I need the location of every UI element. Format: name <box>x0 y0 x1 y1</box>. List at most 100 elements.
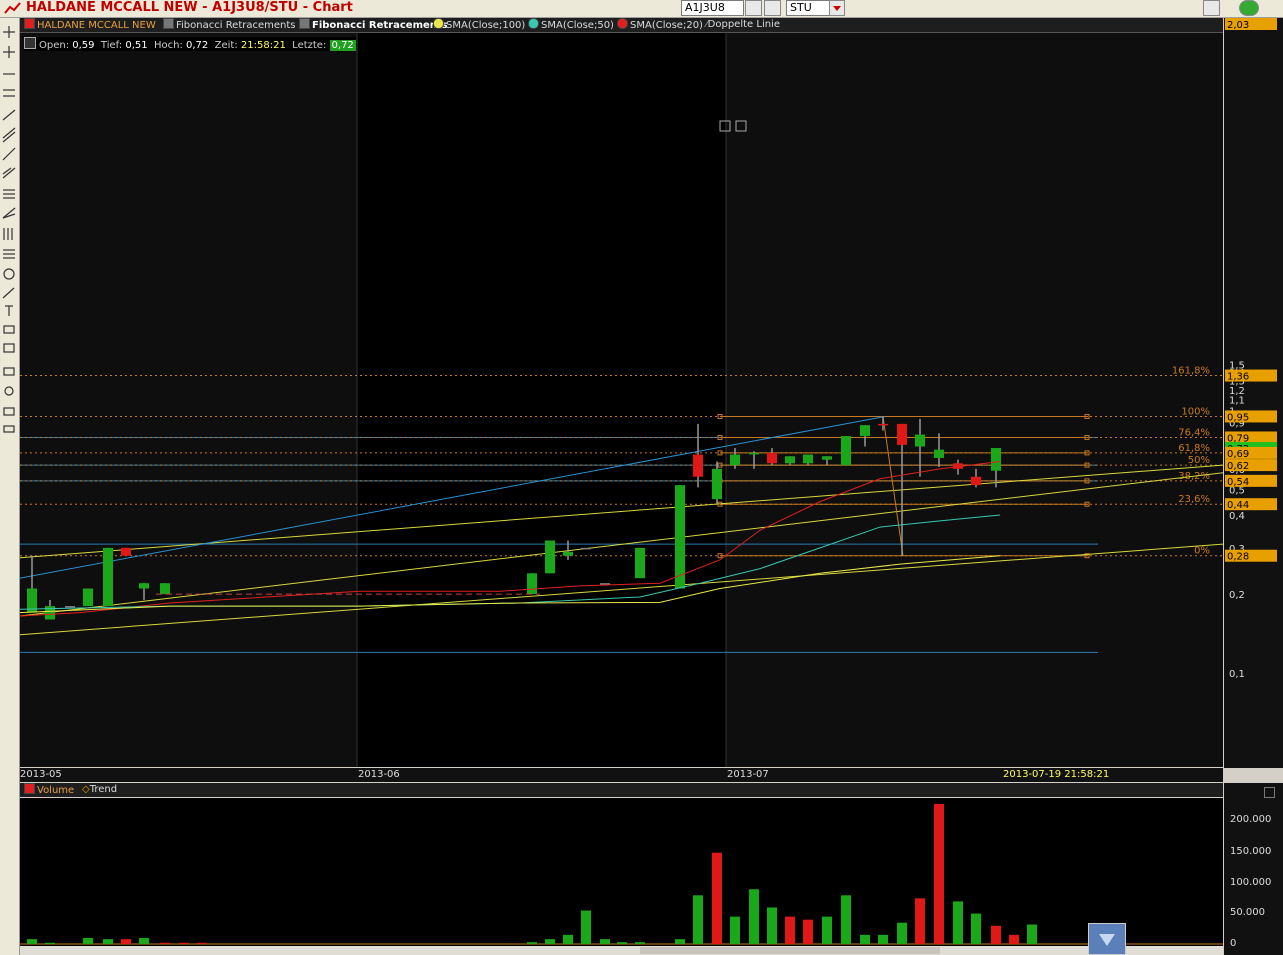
exchange-dropdown-button[interactable] <box>829 0 845 16</box>
bars-icon <box>3 228 13 240</box>
volume-bar <box>991 925 1001 944</box>
tab-trend-label: Trend <box>89 784 118 795</box>
legend-fib2[interactable]: Fibonacci Retracements <box>299 18 448 32</box>
volume-bar <box>693 895 703 944</box>
pencil-icon <box>2 287 15 299</box>
volume-bar <box>822 916 832 944</box>
legend-line[interactable]: ⁄Doppelte Linie <box>706 18 780 32</box>
volume-bar <box>841 895 851 944</box>
volume-chart-svg[interactable] <box>20 798 1223 946</box>
open-value: 0,59 <box>72 40 95 51</box>
diamond-icon: ◇ <box>82 784 90 795</box>
tab-volume[interactable]: Volume <box>24 783 74 797</box>
legend-instrument[interactable]: HALDANE MCCALL NEW <box>24 18 156 32</box>
price-tag-label: 0,54 <box>1227 477 1249 488</box>
sma100-color-icon <box>433 18 444 29</box>
fibonacci-icon <box>299 18 310 29</box>
volume-bar <box>121 939 131 944</box>
price-tag-label: 0,62 <box>1227 461 1249 472</box>
high-value: 0,72 <box>186 40 209 51</box>
sma20-color-icon <box>617 18 628 29</box>
price-tick-label: 0,4 <box>1229 511 1245 522</box>
candle-body <box>991 448 1001 471</box>
volume-bar <box>878 934 888 944</box>
volume-chart[interactable] <box>20 798 1223 946</box>
fib-fan-icon <box>2 207 16 219</box>
price-tag-label: 1,36 <box>1227 372 1249 383</box>
volume-bar <box>83 937 93 944</box>
price-axis[interactable]: 1,51,41,31,21,110,90,80,70,60,50,40,30,2… <box>1224 18 1283 768</box>
candle-body <box>767 452 777 464</box>
legend-fib1-label: Fibonacci Retracements <box>176 20 296 31</box>
volume-bar <box>1009 934 1019 944</box>
date-axis[interactable]: 2013-05 2013-06 2013-07 2013-07-19 21:58… <box>20 768 1223 782</box>
price-tick-label: 0,1 <box>1229 669 1245 680</box>
candle-body <box>83 588 93 607</box>
volume-tick: 0 <box>1230 938 1237 949</box>
candle-body <box>527 573 537 595</box>
candle-body <box>915 434 925 447</box>
candle-body <box>785 456 795 464</box>
sma50-color-icon <box>528 18 539 29</box>
bell-icon <box>4 386 14 396</box>
horizontal-scrollbar[interactable] <box>20 946 1223 955</box>
volume-bar <box>897 922 907 944</box>
legend-sma50-label: SMA(Close;50) <box>541 20 614 31</box>
legend-sma20-label: SMA(Close;20) <box>630 20 703 31</box>
parallel-line-icon <box>3 89 15 97</box>
eraser-icon <box>3 325 15 334</box>
price-tag-label: 0,28 <box>1227 552 1249 563</box>
symbol-input[interactable]: A1J3U8 <box>681 0 744 16</box>
scrollbar-thumb[interactable] <box>640 947 940 954</box>
volume-bar <box>785 916 795 944</box>
scroll-down-button[interactable] <box>1088 923 1126 955</box>
candle-body <box>65 606 75 608</box>
minimize-button[interactable] <box>1203 0 1220 16</box>
arrow-down-icon <box>1099 934 1115 946</box>
time-label: Zeit: <box>214 40 238 51</box>
price-tag-label: 0,95 <box>1227 412 1249 423</box>
volume-axis[interactable]: 200.000 150.000 100.000 50.000 0 <box>1224 783 1283 955</box>
trendline-icon <box>2 109 16 121</box>
candle-body <box>897 423 907 445</box>
last-value: 0,72 <box>329 40 356 51</box>
background-shade <box>20 33 357 767</box>
volume-bar <box>103 939 113 944</box>
volume-settings-icon[interactable] <box>1264 787 1275 798</box>
price-chart[interactable]: 161,8%100%76,4%61,8%50%38,2%23,6%0% <box>20 33 1223 767</box>
last-label: Letzte: <box>292 40 327 51</box>
window-title: HALDANE MCCALL NEW - A1J3U8/STU - Chart <box>26 0 353 15</box>
magnet-icon <box>3 343 15 353</box>
legend-fib1[interactable]: Fibonacci Retracements <box>163 18 296 32</box>
legend-sma100[interactable]: SMA(Close;100) <box>433 18 525 32</box>
legend-sma20[interactable]: SMA(Close;20) <box>617 18 703 32</box>
time-value: 21:58:21 <box>240 40 286 51</box>
candle-body <box>822 456 832 460</box>
measure-icon <box>3 367 15 376</box>
low-label: Tief: <box>100 40 123 51</box>
volume-legend: Volume ◇Trend <box>20 783 1223 797</box>
volume-bar <box>675 939 685 944</box>
volume-tick: 150.000 <box>1230 846 1272 857</box>
exchange-select[interactable]: STU <box>786 0 831 16</box>
volume-bar <box>712 852 722 944</box>
tab-trend[interactable]: ◇Trend <box>82 783 117 797</box>
price-chart-svg[interactable]: 161,8%100%76,4%61,8%50%38,2%23,6%0% <box>20 33 1223 767</box>
candle-body <box>841 436 851 466</box>
compare-button[interactable] <box>764 0 781 16</box>
volume-bar <box>527 942 537 944</box>
candle-body <box>675 485 685 589</box>
legend-sma50[interactable]: SMA(Close;50) <box>528 18 614 32</box>
tab-volume-label: Volume <box>37 785 75 796</box>
title-bar: HALDANE MCCALL NEW - A1J3U8/STU - Chart … <box>0 0 1283 18</box>
volume-bar <box>730 916 740 944</box>
fib-level-label: 0% <box>1194 546 1210 557</box>
status-indicator <box>1239 0 1259 16</box>
open-label: Open: <box>39 40 70 51</box>
price-tick-label: 1,1 <box>1229 396 1245 407</box>
fibonacci-icon <box>3 189 15 199</box>
volume-tick: 200.000 <box>1230 814 1272 825</box>
volume-bar <box>915 898 925 944</box>
chart-type-button[interactable] <box>745 0 762 16</box>
legend-fib2-label: Fibonacci Retracements <box>312 20 448 31</box>
